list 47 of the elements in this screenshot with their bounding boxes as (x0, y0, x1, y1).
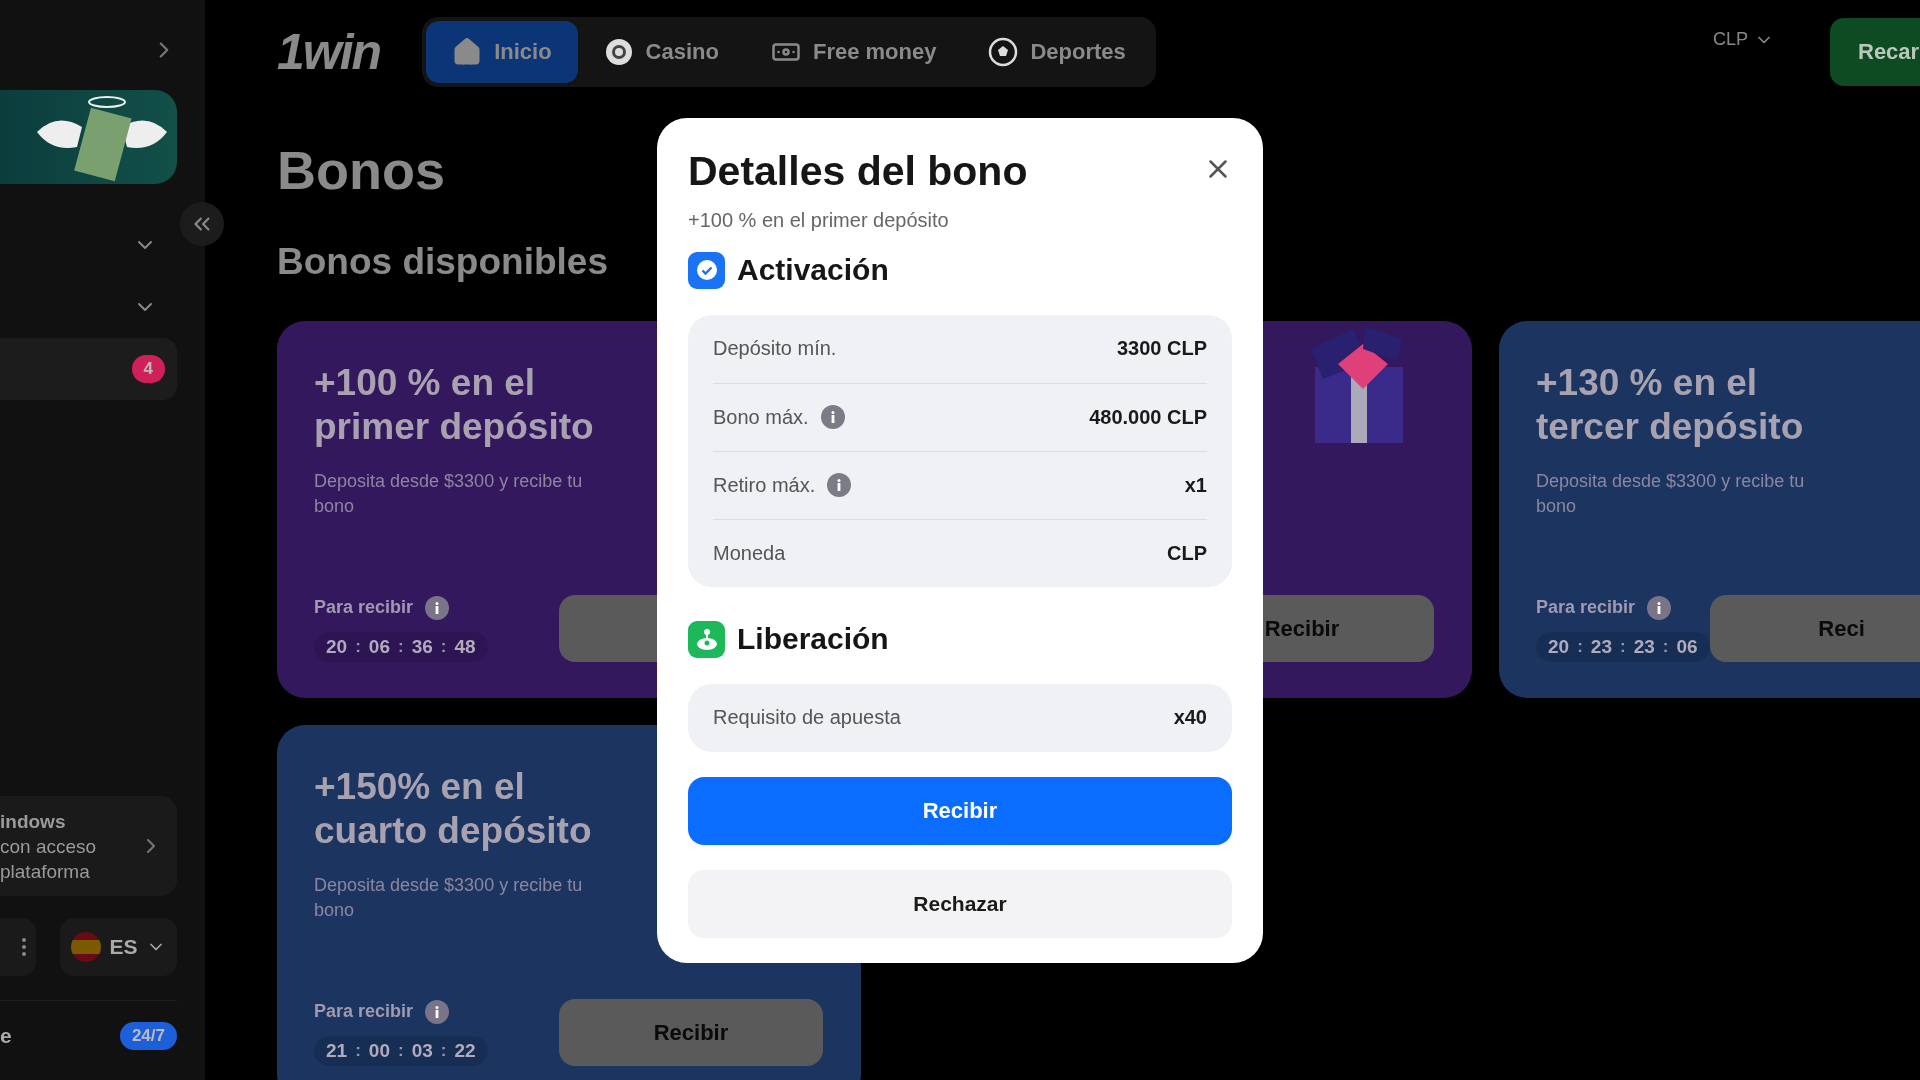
nav-tab[interactable]: Deportes (962, 21, 1152, 83)
detail-value: x40 (1173, 706, 1207, 729)
countdown-timer: 20 : 23 : 23 : 06 (1536, 631, 1710, 662)
timer-label: Para recibir (1536, 597, 1636, 618)
receive-button[interactable]: Recibir (559, 999, 823, 1066)
detail-value: 480.000 CLP (1089, 405, 1207, 429)
section-heading: Liberación (737, 622, 889, 656)
countdown-timer: 20 : 06 : 36 : 48 (314, 631, 488, 662)
detail-label: Requisito de apuesta (713, 706, 901, 729)
receive-button[interactable]: Reci (1709, 595, 1920, 662)
countdown-timer: 21 : 00 : 03 : 22 (314, 1035, 488, 1066)
detail-label: Depósito mín. (713, 337, 837, 360)
app-card-text: con acceso (0, 834, 97, 859)
timer-label: Para recibir (314, 597, 414, 618)
detail-value: x1 (1184, 473, 1207, 497)
detail-label: Bono máx. (713, 405, 809, 429)
currency-dropdown[interactable]: CLP (1713, 29, 1774, 50)
app-download-card[interactable]: indows con acceso plataforma (0, 796, 177, 896)
detail-label: Moneda (713, 541, 786, 565)
detail-label: Retiro máx. (713, 473, 816, 497)
app-card-text: indows (0, 809, 67, 834)
nav-tab[interactable]: Inicio (426, 21, 578, 83)
detail-value: CLP (1167, 541, 1207, 565)
language-selector[interactable]: ES (60, 918, 177, 976)
bonus-title: +150% en el cuarto depósito (314, 765, 592, 853)
app-card-text: plataforma (0, 859, 91, 884)
support-badge: 24/7 (119, 1021, 177, 1050)
bonus-description: Deposita desde $3300 y recibe tu bono (314, 470, 584, 518)
support-label[interactable]: e (0, 1023, 12, 1048)
count-badge: 4 (131, 355, 165, 383)
nav-tab[interactable]: Casino (577, 21, 745, 83)
page-title: Bonos (277, 139, 445, 201)
deposit-button[interactable]: Recar (1830, 18, 1920, 86)
detail-value: 3300 CLP (1116, 337, 1207, 360)
bonus-title: +130 % en el tercer depósito (1536, 361, 1804, 449)
dialog-subtitle: +100 % en el primer depósito (688, 208, 949, 232)
decline-button[interactable]: Rechazar (688, 869, 1232, 938)
bonus-description: Deposita desde $3300 y recibe tu bono (314, 874, 584, 922)
timer-label: Para recibir (314, 1001, 414, 1022)
section-title: Bonos disponibles (277, 241, 608, 283)
nav-tab[interactable]: Free money (744, 21, 963, 83)
logo[interactable]: 1win (277, 23, 381, 81)
dialog-title: Detalles del bono (688, 147, 1028, 195)
bonus-title: +100 % en el primer depósito (314, 361, 594, 449)
bonus-description: Deposita desde $3300 y recibe tu bono (1536, 470, 1806, 518)
receive-button[interactable]: Recibir (688, 776, 1232, 845)
section-heading: Activación (737, 253, 889, 287)
